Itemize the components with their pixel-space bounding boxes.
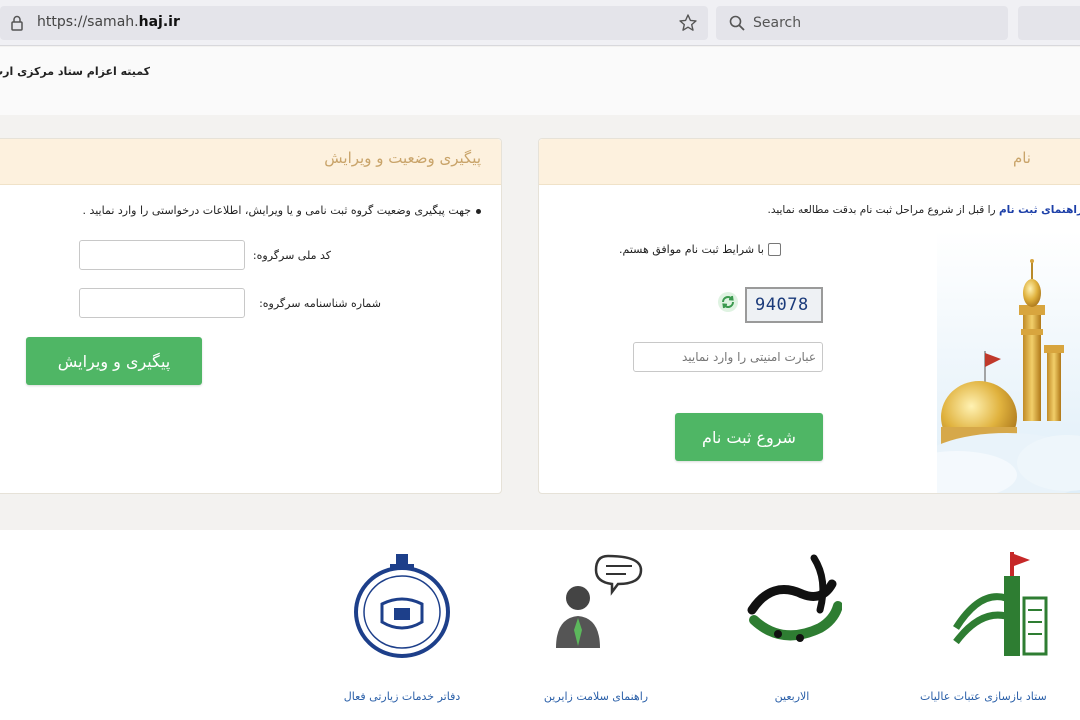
tracking-description: جهت پیگیری وضعیت گروه ثبت نامی و یا ویرا… <box>19 204 481 217</box>
address-bar[interactable]: https://samah.haj.ir <box>0 6 708 40</box>
health-guide-icon <box>556 554 643 648</box>
url-text: https://samah.haj.ir <box>37 14 180 30</box>
registration-panel-header: نام <box>539 139 1080 185</box>
terms-checkbox[interactable] <box>767 243 781 256</box>
url-host: haj.ir <box>138 14 180 30</box>
search-placeholder: Search <box>753 15 802 31</box>
org-title: کمیته اعزام ستاد مرکزی ارب <box>0 65 150 78</box>
registration-panel: نام راهنمای ثبت نام را قبل از شروع مراحل… <box>538 138 1080 494</box>
terms-label: با شرایط ثبت نام موافق هستم. <box>619 243 764 256</box>
shrine-illustration <box>937 231 1080 493</box>
seal-icon <box>354 554 450 658</box>
arbaeen-logo-icon <box>747 554 842 642</box>
registration-guide-text: راهنمای ثبت نام را قبل از شروع مراحل ثبت… <box>539 204 1080 216</box>
url-prefix: https://samah. <box>37 14 139 30</box>
registration-guide-link[interactable]: راهنمای ثبت نام <box>999 204 1080 216</box>
refresh-captcha-icon[interactable] <box>717 291 739 313</box>
footer-links: دفاتر خدمات زیارتی فعال راهنمای سلامت زا… <box>0 530 1080 720</box>
reconstruction-logo-icon <box>953 552 1048 656</box>
bullet-icon <box>476 208 481 214</box>
footer-link-arbaeen[interactable]: الاربعین <box>712 550 872 703</box>
bookmark-star-icon[interactable] <box>678 13 698 33</box>
tracking-panel-title: پیگیری وضعیت و ویرایش <box>324 149 481 167</box>
registration-guide-suffix: را قبل از شروع مراحل ثبت نام بدقت مطالعه… <box>767 204 999 216</box>
footer-caption: دفاتر خدمات زیارتی فعال <box>343 690 461 703</box>
footer-link-reconstruction[interactable]: ستاد بازسازی عتبات عالیات <box>920 550 1080 703</box>
tracking-description-text: جهت پیگیری وضعیت گروه ثبت نامی و یا ویرا… <box>82 204 471 217</box>
footer-caption: راهنمای سلامت زایرین <box>543 690 649 703</box>
footer-caption: الاربعین <box>774 690 810 703</box>
national-id-label: کد ملی سرگروه: <box>252 249 331 262</box>
tracking-panel: پیگیری وضعیت و ویرایش جهت پیگیری وضعیت گ… <box>0 138 502 494</box>
terms-row[interactable]: با شرایط ثبت نام موافق هستم. <box>619 243 825 256</box>
national-id-input[interactable] <box>79 240 245 270</box>
footer-link-pilgrimage-offices[interactable]: دفاتر خدمات زیارتی فعال <box>322 550 482 703</box>
footer-caption: ستاد بازسازی عتبات عالیات <box>920 690 1047 703</box>
toolbar-extension-area[interactable] <box>1018 6 1080 40</box>
birth-cert-label: شماره شناسنامه سرگروه: <box>259 297 381 310</box>
site-header: کمیته اعزام ستاد مرکزی ارب <box>0 47 1080 115</box>
browser-search-input[interactable]: Search <box>716 6 1008 40</box>
birth-cert-input[interactable] <box>79 288 245 318</box>
start-registration-button[interactable]: شروع ثبت نام <box>675 413 823 461</box>
search-icon <box>729 15 745 31</box>
registration-panel-title: نام <box>1012 149 1031 167</box>
lock-icon <box>11 15 23 31</box>
track-edit-button[interactable]: پیگیری و ویرایش <box>26 337 202 385</box>
footer-link-health-guide[interactable]: راهنمای سلامت زایرین <box>516 550 676 703</box>
captcha-input[interactable] <box>633 342 823 372</box>
tracking-panel-header: پیگیری وضعیت و ویرایش <box>0 139 501 185</box>
browser-toolbar: https://samah.haj.ir Search <box>0 0 1080 46</box>
captcha-image: 94078 <box>745 287 823 323</box>
